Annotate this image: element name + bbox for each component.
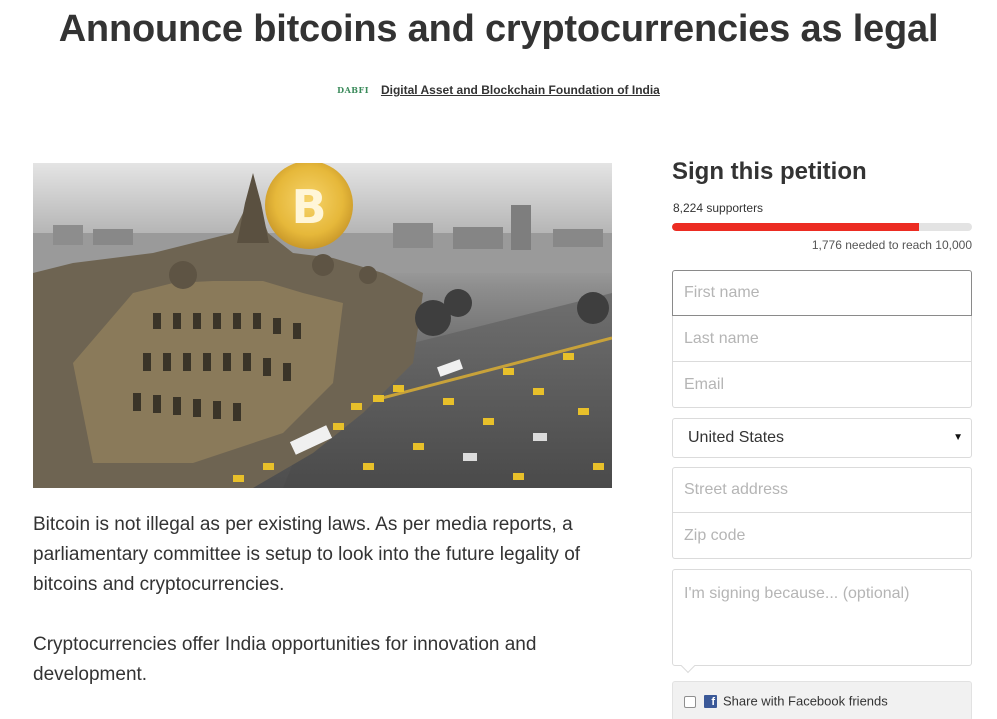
signing-reason-textarea[interactable] [672,569,972,666]
organization-link[interactable]: Digital Asset and Blockchain Foundation … [381,83,660,97]
petition-description-paragraph: Cryptocurrencies offer India opportuniti… [33,634,537,685]
street-address-input[interactable] [672,467,972,513]
signature-progress-bar [672,223,972,231]
facebook-icon: f [704,695,717,709]
first-name-input[interactable] [672,270,972,316]
signatures-needed: 1,776 needed to reach 10,000 [811,238,972,252]
sign-petition-heading: Sign this petition [672,158,867,185]
email-input[interactable] [672,362,972,408]
zip-code-input[interactable] [672,513,972,559]
supporters-count: 8,224 supporters [673,201,764,215]
share-facebook-label: Share with Facebook friends [723,693,888,709]
petition-description-paragraph: Bitcoin is not illegal as per existing l… [33,514,581,595]
petition-title: Announce bitcoins and cryptocurrencies a… [58,8,939,50]
svg-text:B: B [291,180,326,234]
petition-hero-image: B [33,163,612,488]
last-name-input[interactable] [672,316,972,362]
signature-progress-fill [672,223,919,231]
dropdown-arrow-icon: ▼ [953,432,963,443]
organization-logo: DABFI [337,84,369,95]
share-facebook-option[interactable]: f Share with Facebook friends [672,681,972,719]
country-select[interactable]: United States ▼ [672,418,972,458]
city-photo-illustration: B [33,163,612,488]
organization-row: DABFI Digital Asset and Blockchain Founda… [0,81,997,98]
country-select-value: United States [688,429,785,446]
share-facebook-checkbox[interactable] [684,695,696,708]
